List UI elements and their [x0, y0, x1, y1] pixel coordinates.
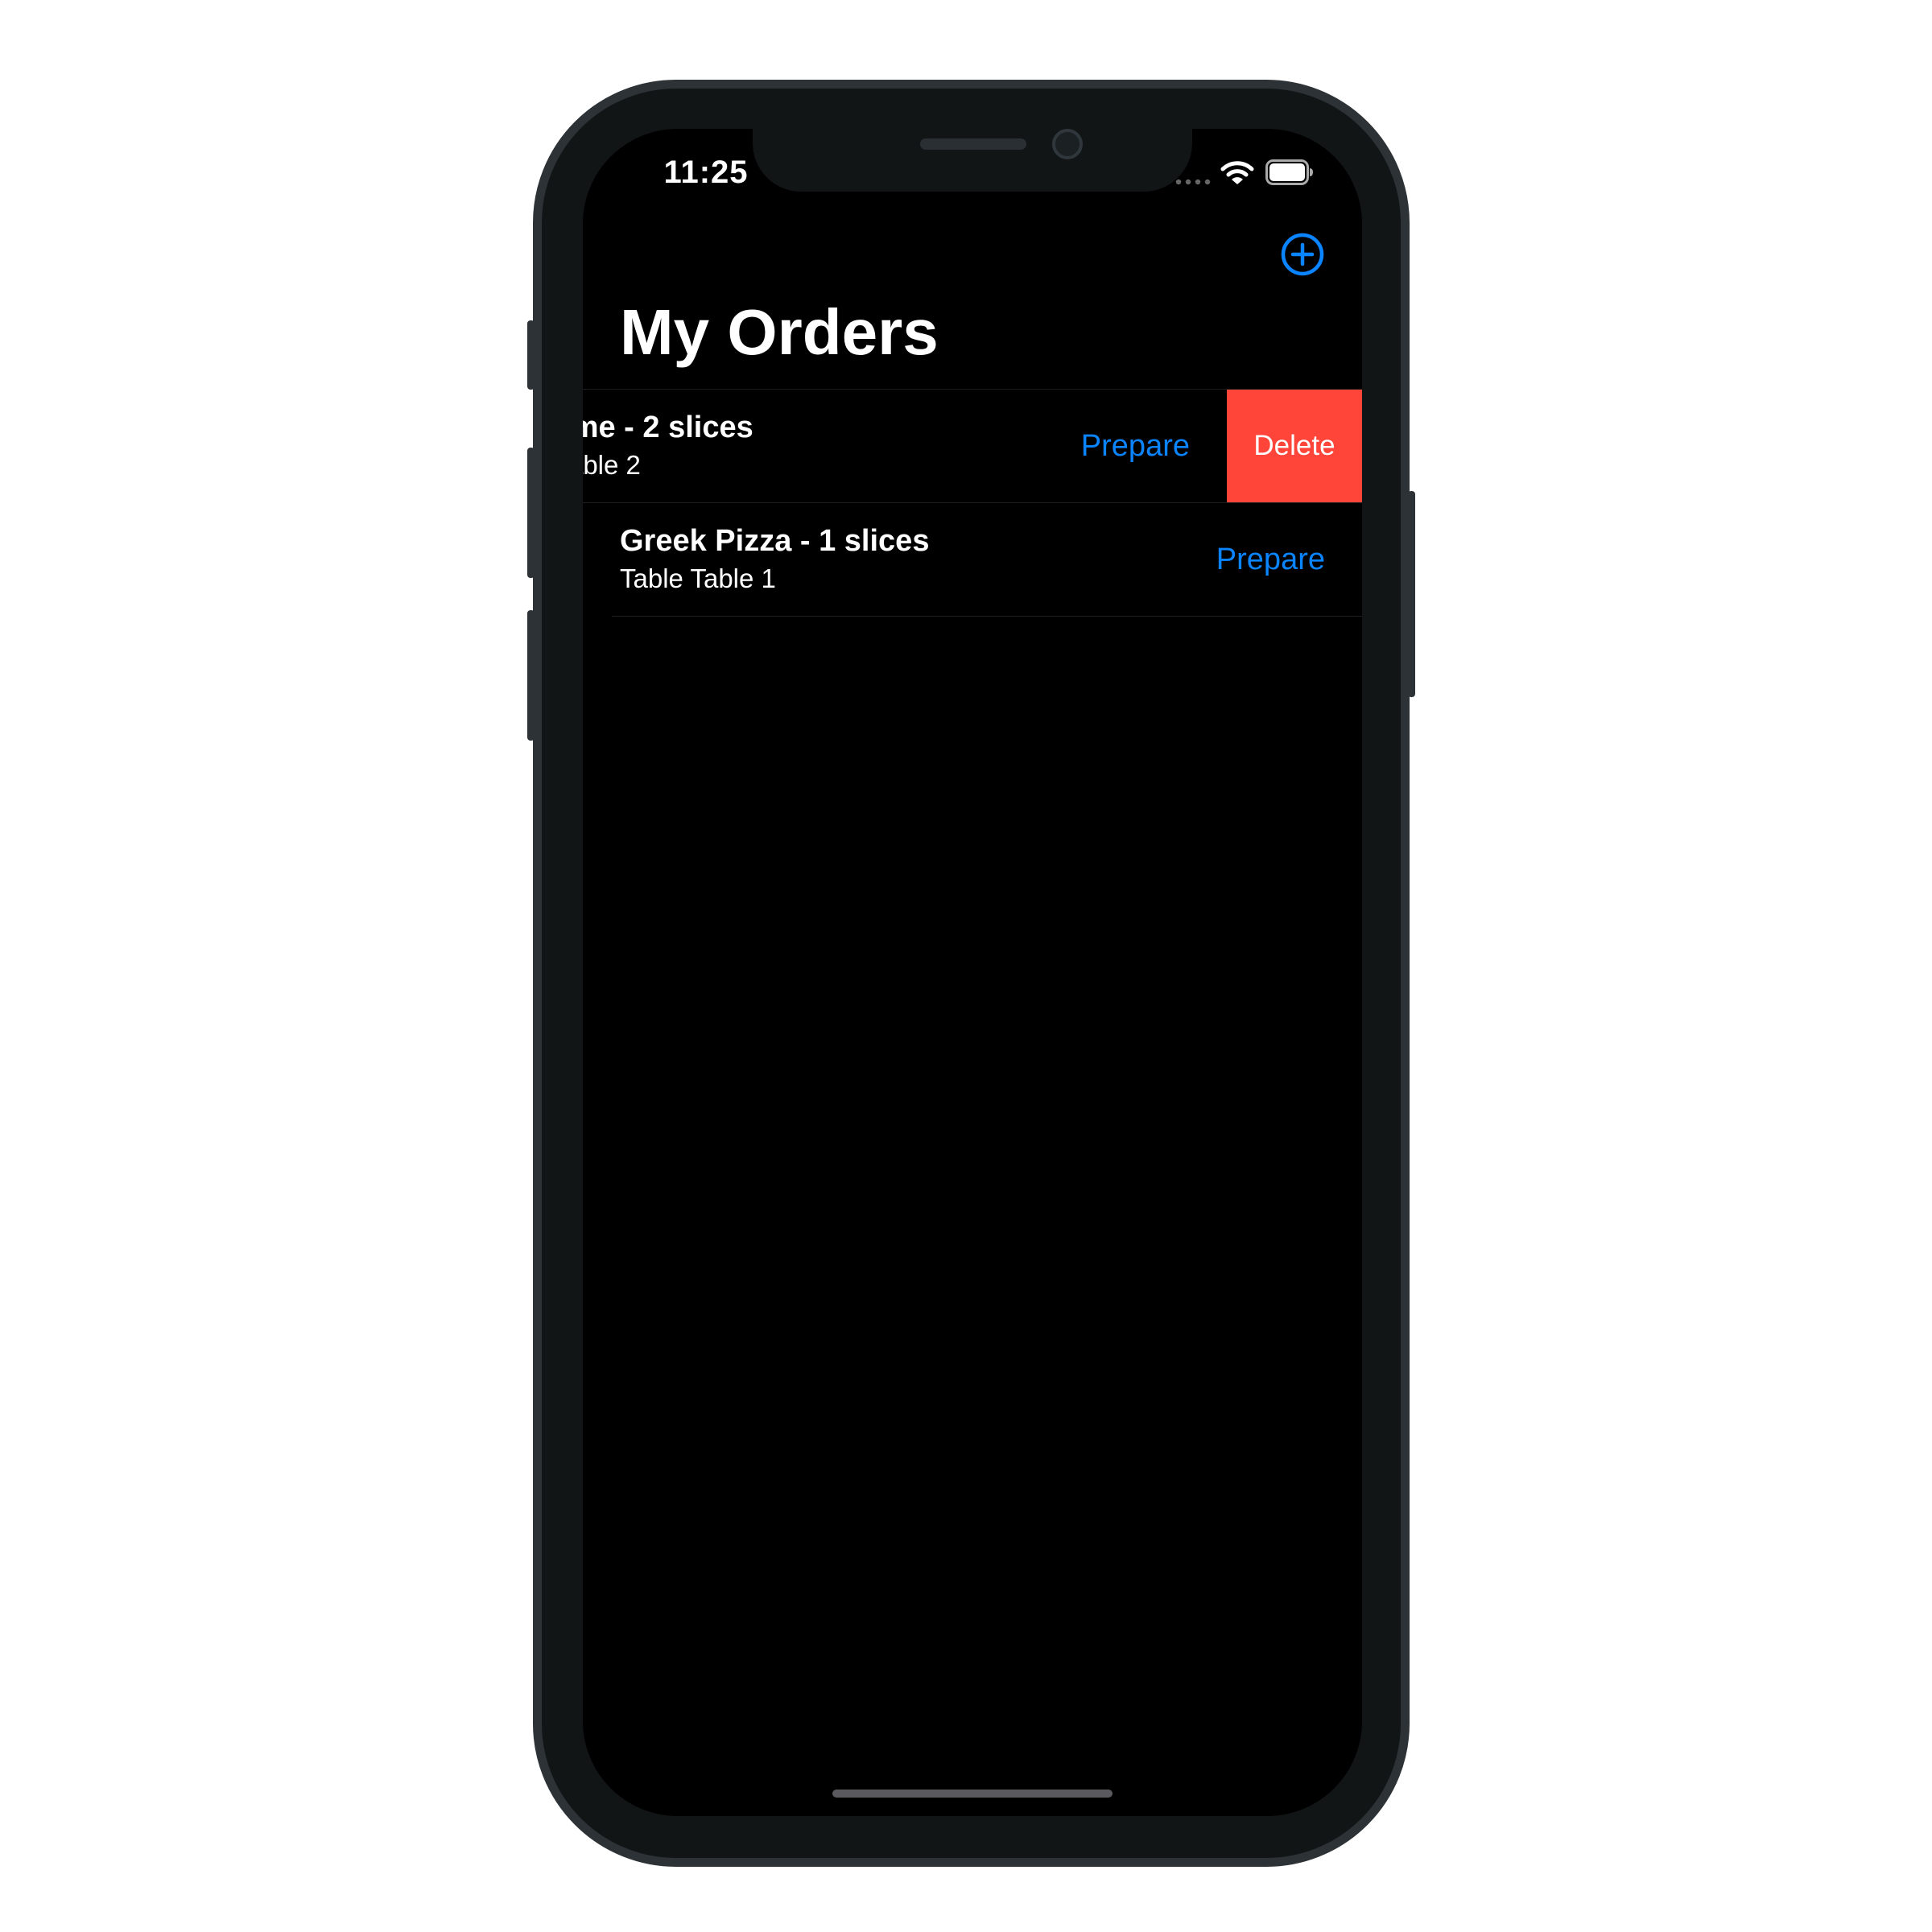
screen: 11:25 My Orders Supreme - 2 slices Table… — [583, 129, 1362, 1816]
order-row-content[interactable]: Supreme - 2 slices Table Table 2 Prepare — [583, 390, 1227, 502]
order-row[interactable]: Supreme - 2 slices Table Table 2 Prepare… — [583, 390, 1362, 502]
prepare-button[interactable]: Prepare — [1081, 428, 1190, 465]
volume-up-button — [527, 448, 535, 578]
page-title: My Orders — [620, 296, 939, 368]
order-table: Table Table 2 — [583, 450, 641, 480]
battery-icon — [1265, 159, 1313, 185]
order-title: Greek Pizza - 1 slices — [620, 524, 930, 558]
front-camera — [1052, 129, 1083, 159]
order-row-content[interactable]: Greek Pizza - 1 slices Table Table 1 Pre… — [583, 503, 1362, 616]
prepare-button[interactable]: Prepare — [1216, 542, 1325, 579]
delete-button[interactable]: Delete — [1227, 390, 1362, 502]
wifi-icon — [1220, 161, 1254, 184]
order-table: Table Table 1 — [620, 564, 776, 593]
signal-icon — [1175, 179, 1211, 185]
volume-down-button — [527, 610, 535, 741]
divider — [612, 616, 1362, 617]
power-button — [1408, 491, 1415, 697]
status-time: 11:25 — [663, 155, 749, 190]
notch — [753, 129, 1192, 192]
order-title: Supreme - 2 slices — [583, 411, 753, 444]
order-row[interactable]: Greek Pizza - 1 slices Table Table 1 Pre… — [583, 503, 1362, 616]
speaker — [920, 138, 1026, 150]
silent-switch — [527, 320, 535, 390]
plus-circle-icon[interactable] — [1280, 232, 1325, 277]
home-indicator[interactable] — [832, 1790, 1113, 1798]
